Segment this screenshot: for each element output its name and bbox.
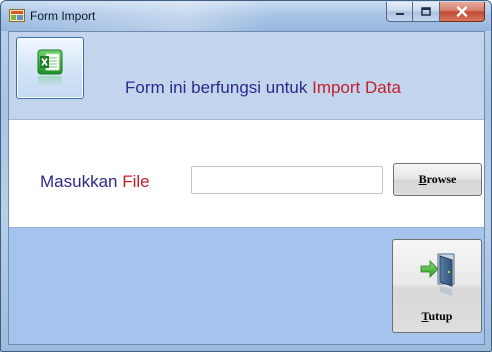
excel-button[interactable] xyxy=(16,37,84,99)
file-path-input[interactable] xyxy=(191,166,383,194)
client-area: Form ini berfungsi untuk Import Data Mas… xyxy=(8,31,485,345)
file-label-text: Masukkan xyxy=(40,172,123,191)
window-controls xyxy=(386,2,485,23)
browse-label: rowse xyxy=(426,172,457,186)
app-icon xyxy=(9,9,25,22)
close-window-button[interactable] xyxy=(440,2,485,22)
minimize-icon xyxy=(395,12,404,15)
exit-door-icon xyxy=(420,253,455,296)
form-description: Form ini berfungsi untuk Import Data xyxy=(125,78,401,98)
form-import-window: Form Import Form ini berfungsi untuk Imp… xyxy=(0,0,492,352)
excel-icon xyxy=(37,49,63,86)
browse-mnemonic: B xyxy=(418,172,427,186)
tutup-button[interactable]: Tutup xyxy=(392,239,482,333)
minimize-button[interactable] xyxy=(386,2,413,22)
tutup-text: utup xyxy=(428,309,453,323)
maximize-button[interactable] xyxy=(413,2,440,22)
title-bar[interactable]: Form Import xyxy=(1,1,491,31)
footer-panel: Tutup xyxy=(9,227,484,344)
browse-button[interactable]: Browse xyxy=(393,163,482,196)
window-title: Form Import xyxy=(30,9,96,23)
maximize-icon xyxy=(421,7,431,16)
file-label: Masukkan File xyxy=(40,172,150,192)
description-text: Form ini berfungsi untuk xyxy=(125,78,313,97)
close-icon xyxy=(456,6,468,17)
header-panel: Form ini berfungsi untuk Import Data xyxy=(9,32,484,120)
file-section: Masukkan File Browse xyxy=(9,120,484,227)
description-highlight: Import Data xyxy=(312,78,401,97)
tutup-label: Tutup xyxy=(393,309,481,324)
file-label-highlight: File xyxy=(122,172,150,191)
